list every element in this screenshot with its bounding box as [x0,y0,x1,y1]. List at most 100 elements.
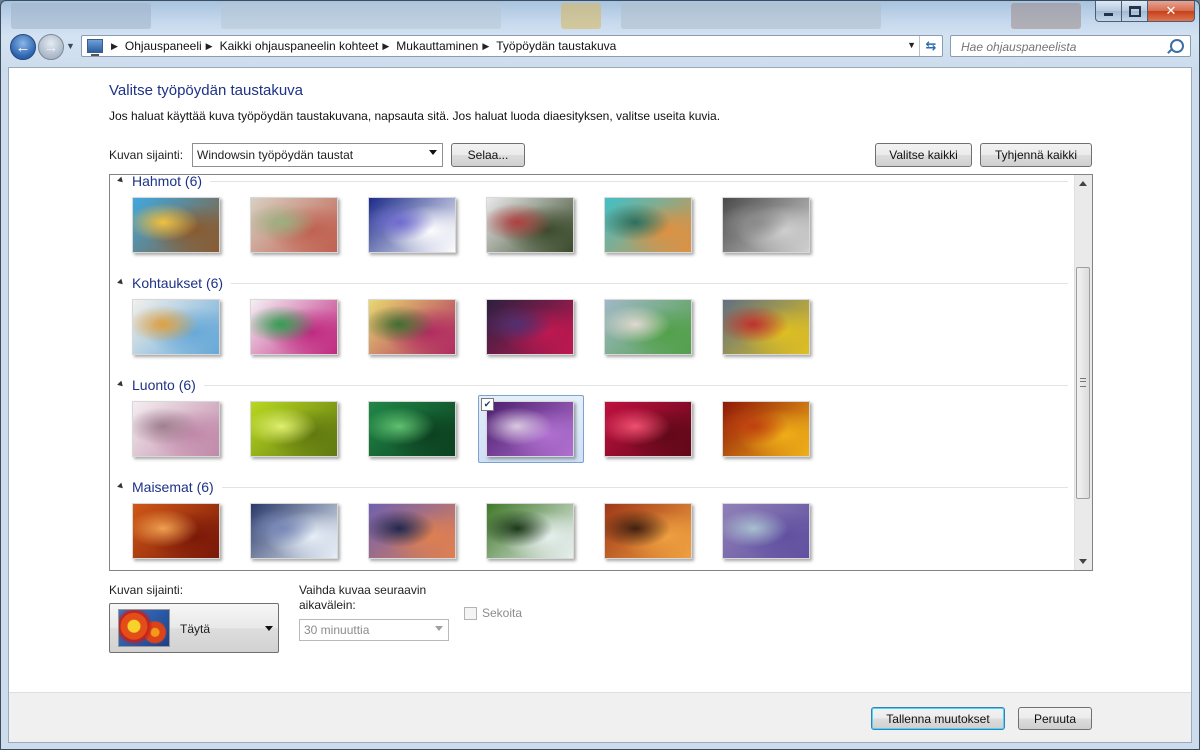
change-interval-value: 30 minuuttia [304,623,370,637]
breadcrumb-separator-icon[interactable]: ▶ [482,41,489,52]
breadcrumb-control-panel[interactable]: Ohjauspaneeli [125,39,202,53]
picture-location-label: Kuvan sijainti: [109,148,184,162]
wallpaper-thumbnail-cell[interactable] [250,401,338,457]
thumbnail-checkbox[interactable]: ✔ [481,398,494,411]
change-interval-select[interactable]: 30 minuuttia [299,619,449,641]
picture-position-select[interactable]: Täytä [109,603,279,653]
search-input[interactable] [959,37,1173,57]
colorful-sketch-icon[interactable] [132,299,220,355]
crystal-forest-icon[interactable] [250,299,338,355]
minimize-icon [1104,13,1113,16]
ice-lake-icon[interactable] [250,503,338,559]
breadcrumb-separator-icon[interactable]: ▶ [111,41,118,52]
green-leaves-icon[interactable] [368,401,456,457]
white-spikes-icon[interactable] [132,401,220,457]
wallpaper-thumbnail-cell[interactable] [368,197,456,253]
gray-figures-icon[interactable] [722,197,810,253]
save-changes-button[interactable]: Tallenna muutokset [871,707,1005,730]
browse-button[interactable]: Selaa... [451,143,525,167]
green-succulent-icon[interactable] [250,401,338,457]
wallpaper-thumbnail-cell[interactable] [722,401,810,457]
abstract-shapes-icon[interactable] [722,299,810,355]
shuffle-option[interactable]: Sekoita [464,606,522,620]
wallpaper-thumbnail-cell[interactable] [132,503,220,559]
robot-characters-icon[interactable] [486,197,574,253]
wallpaper-thumbnail-cell[interactable] [604,401,692,457]
wallpaper-thumbnail-cell[interactable] [604,503,692,559]
breadcrumb-personalization[interactable]: Mukauttaminen [396,39,478,53]
scroll-up-icon[interactable] [1079,181,1087,186]
breadcrumb-desktop-background[interactable]: Työpöydän taustakuva [496,39,616,53]
group-header[interactable]: Luonto (6) [117,375,1068,395]
group-header[interactable]: Maisemat (6) [117,477,1068,497]
recent-pages-button[interactable]: ▼ [66,41,75,51]
purple-thistle-icon[interactable] [486,401,574,457]
red-canyon-icon[interactable] [132,503,220,559]
scroll-thumb[interactable] [1076,267,1090,499]
maximize-button[interactable] [1122,1,1148,22]
wallpaper-thumbnail-cell[interactable] [486,503,574,559]
collapse-triangle-icon[interactable] [117,176,125,184]
wallpaper-thumbnail-cell[interactable] [250,503,338,559]
wallpaper-thumbnail-cell[interactable] [486,197,574,253]
wallpaper-thumbnail-cell[interactable] [604,197,692,253]
collapse-triangle-icon[interactable] [117,482,125,490]
address-dropdown-icon[interactable]: ▼ [907,40,916,50]
wallpaper-thumbnail-cell[interactable] [486,299,574,355]
sunset-coast-icon[interactable] [368,503,456,559]
town-scene-icon[interactable] [604,197,692,253]
forward-button[interactable]: → [38,34,64,60]
search-box[interactable] [950,35,1191,57]
vertical-scrollbar[interactable] [1074,175,1092,570]
minimize-button[interactable] [1095,1,1122,22]
dark-balloons-icon[interactable] [486,299,574,355]
wallpaper-thumbnail-cell[interactable] [250,197,338,253]
paper-characters-icon[interactable] [250,197,338,253]
fantasy-land-icon[interactable] [368,299,456,355]
select-all-button[interactable]: Valitse kaikki [875,143,972,167]
fantasy-island-icon[interactable] [132,197,220,253]
group-header[interactable]: Kohtaukset (6) [117,273,1068,293]
wallpaper-thumbnail-cell[interactable] [368,503,456,559]
wallpaper-thumbnail-cell[interactable] [132,197,220,253]
clear-all-button[interactable]: Tyhjennä kaikki [980,143,1092,167]
group-header[interactable]: Hahmot (6) [117,175,1068,191]
collapse-triangle-icon[interactable] [117,278,125,286]
wallpaper-thumbnail-cell[interactable] [722,503,810,559]
content-area: Valitse työpöydän taustakuva Jos haluat … [8,67,1192,743]
chevron-down-icon: ▼ [66,41,75,51]
wallpaper-thumbnail-cell[interactable] [132,401,220,457]
picture-location-select[interactable]: Windowsin työpöydän taustat [192,143,443,167]
picture-position-label: Kuvan sijainti: [109,583,184,597]
red-dahlia-icon[interactable] [604,401,692,457]
wallpaper-thumbnail-cell[interactable] [368,401,456,457]
shuffle-checkbox[interactable] [464,606,477,620]
collapse-triangle-icon[interactable] [117,380,125,388]
breadcrumb-separator-icon[interactable]: ▶ [206,41,213,52]
wallpaper-thumbnail-cell[interactable] [368,299,456,355]
wallpaper-thumbnail-cell[interactable] [722,197,810,253]
breadcrumb-separator-icon[interactable]: ▶ [382,41,389,52]
back-button[interactable]: ← [10,34,36,60]
refresh-button[interactable]: ⇆ [919,36,942,56]
waterfall-icon[interactable] [486,503,574,559]
wallpaper-thumbnail-cell[interactable] [132,299,220,355]
flower-field-icon[interactable] [604,299,692,355]
breadcrumb-all-items[interactable]: Kaikki ohjauspaneelin kohteet [220,39,379,53]
ghost-creature-icon[interactable] [368,197,456,253]
address-bar[interactable]: ▶ Ohjauspaneeli ▶ Kaikki ohjauspaneelin … [81,35,943,57]
thumbnail-row [132,197,840,253]
wallpaper-thumbnail-cell[interactable] [604,299,692,355]
wallpaper-thumbnail-cell[interactable] [250,299,338,355]
autumn-leaves-icon[interactable] [722,401,810,457]
lavender-field-icon[interactable] [722,503,810,559]
cancel-button[interactable]: Peruuta [1018,707,1092,730]
scroll-down-icon[interactable] [1079,559,1087,564]
search-icon[interactable] [1170,39,1184,53]
close-button[interactable]: ✕ [1148,1,1195,22]
wallpaper-thumbnail-cell[interactable] [722,299,810,355]
wallpaper-thumbnail-cell[interactable]: ✔ [478,395,584,463]
title-bar[interactable]: ✕ [1,1,1199,31]
thumbnail-row [132,503,840,559]
rock-arch-icon[interactable] [604,503,692,559]
